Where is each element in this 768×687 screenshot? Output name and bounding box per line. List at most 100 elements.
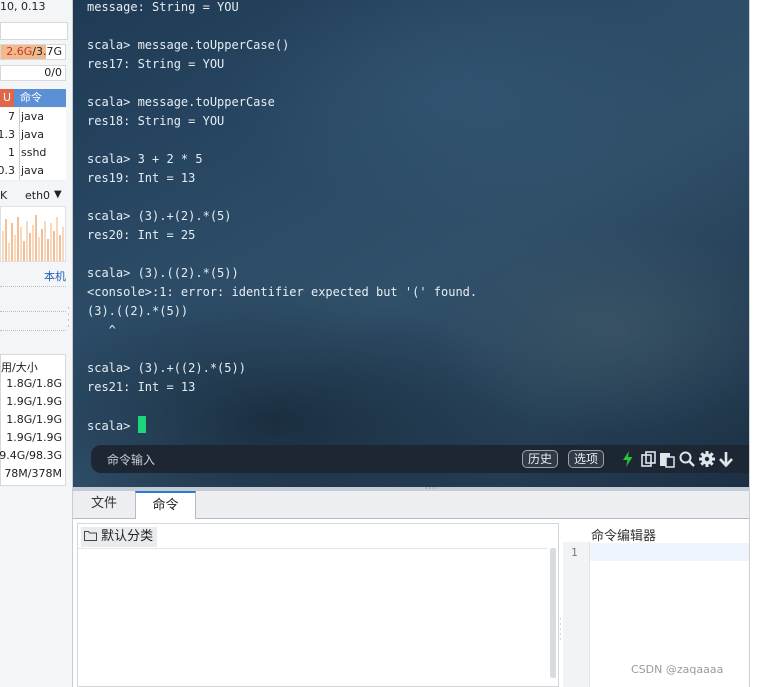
terminal-line: res18: String = YOU xyxy=(87,112,477,131)
terminal-line-text: scala> 3 + 2 * 5 xyxy=(87,152,203,166)
network-selector[interactable]: K eth0 ▼ xyxy=(0,187,66,205)
resize-handle[interactable]: · · · · xyxy=(67,305,70,332)
category-default[interactable]: 默认分类 xyxy=(81,527,158,547)
lightning-icon[interactable] xyxy=(619,450,637,468)
memory-total: 3.7G xyxy=(35,45,62,58)
terminal-line-text: message: String = YOU xyxy=(87,0,239,14)
scrollbar[interactable] xyxy=(550,548,556,678)
arrow-down-icon[interactable] xyxy=(717,450,735,468)
load-average: 10, 0.13 xyxy=(0,0,46,13)
terminal-line: scala> (3).+((2).*(5)) xyxy=(87,359,477,378)
disk-usage-row: 1.8G/1.8G xyxy=(6,377,62,390)
tab-files[interactable]: 文件 xyxy=(73,491,135,517)
network-traffic-graph xyxy=(2,215,64,261)
terminal-line-text: <console>:1: error: identifier expected … xyxy=(87,285,478,299)
terminal-line-text: ^ xyxy=(87,323,116,337)
command-input-field[interactable]: 命令输入 xyxy=(107,451,155,468)
command-editor-title: 命令编辑器 xyxy=(591,529,657,544)
terminal-line: scala> (3).((2).*(5)) xyxy=(87,264,477,283)
terminal-line-text: scala> message.toUpperCase() xyxy=(87,38,290,52)
terminal-cursor xyxy=(137,416,146,433)
process-row[interactable]: 0.3 java xyxy=(0,162,66,181)
terminal[interactable]: message: String = YOU scala> message.toUp… xyxy=(73,0,749,487)
options-button[interactable]: 选项 xyxy=(568,450,605,468)
terminal-line-text: res18: String = YOU xyxy=(87,114,225,128)
disk-usage-row: 78M/378M xyxy=(4,467,62,480)
terminal-line: res20: Int = 25 xyxy=(87,226,477,245)
process-row[interactable]: 1 sshd xyxy=(0,144,66,163)
terminal-line-text: scala> (3).+((2).*(5)) xyxy=(87,361,246,375)
disk-usage-row: 1.8G/1.9G xyxy=(6,413,62,426)
process-cpu: 7 xyxy=(8,110,15,123)
tab-commands[interactable]: 命令 xyxy=(135,491,196,519)
bottom-tab-bar: 文件 命令 xyxy=(73,491,749,519)
net-unit-label: K xyxy=(0,189,8,202)
disk-usage-row: 1.9G/1.9G xyxy=(6,395,62,408)
memory-used: 2.6G xyxy=(6,45,33,58)
editor-gutter: 1 xyxy=(563,542,590,687)
swap-bar: 0/0 xyxy=(0,65,66,81)
terminal-line-text: scala> (3).((2).*(5)) xyxy=(87,266,239,280)
divider xyxy=(0,311,66,312)
category-label: 默认分类 xyxy=(101,529,154,544)
terminal-line: scala> xyxy=(87,416,477,435)
terminal-output: message: String = YOU scala> message.toUp… xyxy=(87,0,477,435)
terminal-line: scala> message.toUpperCase() xyxy=(87,36,477,55)
command-input-bar[interactable]: 命令输入 历史 选项 xyxy=(91,445,749,473)
process-cpu: 1.3 xyxy=(0,128,15,141)
terminal-line: ^ xyxy=(87,321,477,340)
terminal-line: scala> message.toUpperCase xyxy=(87,93,477,112)
divider xyxy=(0,286,66,287)
terminal-line: message: String = YOU xyxy=(87,0,477,17)
divider xyxy=(78,548,548,549)
disk-usage-panel: 用/大小 1.8G/1.8G 1.9G/1.9G 1.8G/1.9G 1.9G/1.9… xyxy=(0,354,66,486)
terminal-line-text: res21: Int = 13 xyxy=(87,380,196,394)
terminal-line-text: scala> xyxy=(87,419,138,433)
command-column-header[interactable]: 命令 xyxy=(20,89,42,107)
copy-icon[interactable] xyxy=(639,450,657,468)
search-icon[interactable] xyxy=(678,450,696,468)
gear-icon[interactable] xyxy=(698,450,716,468)
cpu-bar xyxy=(0,22,68,40)
command-category-panel: 默认分类 xyxy=(77,523,559,687)
editor-active-line[interactable] xyxy=(590,543,749,561)
terminal-line: (3).((2).*(5)) xyxy=(87,302,477,321)
terminal-line: res19: Int = 13 xyxy=(87,169,477,188)
process-cpu: 0.3 xyxy=(0,164,15,177)
memory-bar: 2.6G/3.7G xyxy=(0,44,66,60)
paste-icon[interactable] xyxy=(658,450,676,468)
process-row[interactable]: 7 java xyxy=(0,108,66,127)
watermark: CSDN @zaqaaaa xyxy=(631,663,724,676)
terminal-line-text: res19: Int = 13 xyxy=(87,171,196,185)
line-number: 1 xyxy=(571,546,578,559)
terminal-line-text: res20: Int = 25 xyxy=(87,228,196,242)
system-monitor-sidebar: 10, 0.13 2.6G/3.7G 0/0 U 命令 7 java 1.3 java… xyxy=(0,0,73,687)
divider xyxy=(0,330,66,331)
network-traffic-chart xyxy=(0,206,66,262)
history-button[interactable]: 历史 xyxy=(522,450,559,468)
terminal-line: res21: Int = 13 xyxy=(87,378,477,397)
terminal-line-text: scala> message.toUpperCase xyxy=(87,95,275,109)
terminal-line: scala> (3).+(2).*(5) xyxy=(87,207,477,226)
terminal-line: res17: String = YOU xyxy=(87,55,477,74)
disk-usage-row: 1.9G/1.9G xyxy=(6,431,62,444)
window-edge xyxy=(749,0,768,687)
terminal-line-text: (3).((2).*(5)) xyxy=(87,304,189,318)
process-table-header: U 命令 xyxy=(0,89,66,107)
chevron-down-icon: ▼ xyxy=(54,189,62,200)
net-interface-label: eth0 xyxy=(25,189,51,202)
cpu-column-header[interactable]: U xyxy=(0,89,14,107)
process-cpu: 1 xyxy=(8,146,15,159)
disk-usage-row: 9.4G/98.3G xyxy=(0,449,62,462)
process-row[interactable]: 1.3 java xyxy=(0,126,66,145)
process-name: java xyxy=(19,108,44,126)
host-link[interactable]: 本机 xyxy=(44,268,66,284)
process-name: java xyxy=(19,162,44,180)
